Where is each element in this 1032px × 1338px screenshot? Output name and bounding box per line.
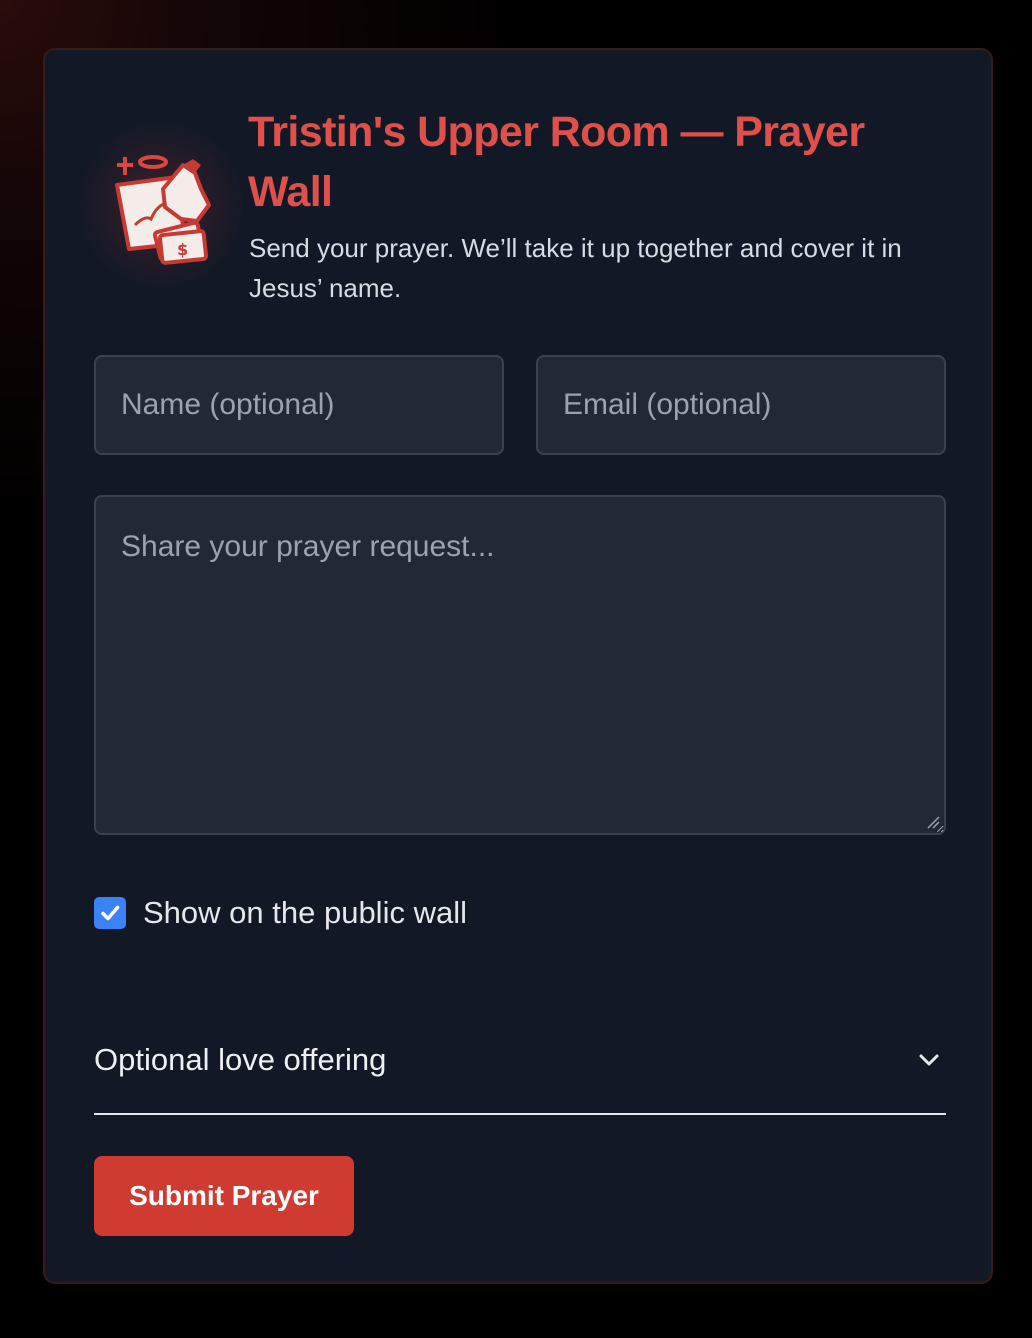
email-input[interactable] (536, 355, 946, 455)
page-title: Tristin's Upper Room — Prayer Wall (248, 108, 865, 216)
resize-handle-icon[interactable] (926, 815, 940, 829)
love-offering-toggle[interactable]: Optional love offering (94, 1025, 946, 1115)
love-offering-label[interactable]: Optional love offering (94, 1042, 386, 1078)
name-input[interactable] (94, 355, 504, 455)
prayer-wall-card: $ Tristin's Upper Room — Prayer Wall Sen… (43, 48, 993, 1284)
praying-hand-with-offering-icon: $ (115, 155, 211, 265)
svg-text:$: $ (177, 240, 188, 259)
submit-prayer-button[interactable]: Submit Prayer (94, 1156, 354, 1236)
chevron-down-icon[interactable] (918, 1052, 940, 1068)
public-wall-label[interactable]: Show on the public wall (143, 895, 467, 931)
logo: $ (75, 115, 247, 295)
checkmark-icon (101, 905, 120, 921)
public-wall-checkbox[interactable] (94, 897, 126, 929)
prayer-request-textarea[interactable] (94, 495, 946, 835)
page-subtitle: Send your prayer. We’ll take it up toget… (249, 233, 902, 303)
public-wall-option[interactable]: Show on the public wall (94, 895, 467, 931)
